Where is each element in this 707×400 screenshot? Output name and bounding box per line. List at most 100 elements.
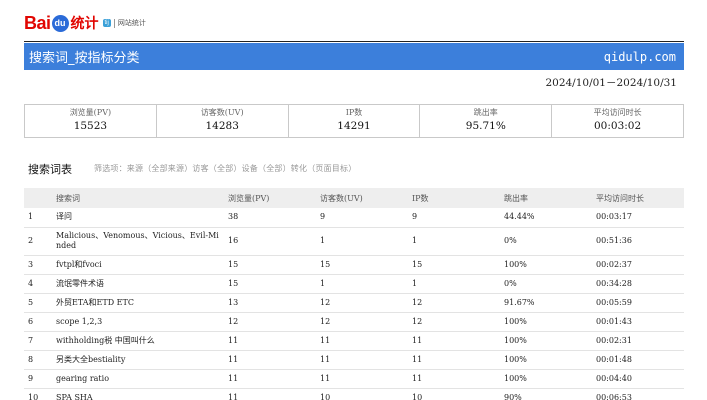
uv-value: 12: [316, 312, 408, 332]
avg-duration-value: 00:34:28: [592, 274, 684, 294]
summary-avg-duration: 平均访问时长 00:03:02: [552, 105, 683, 137]
table-row: 1 译问 38 9 9 44.44% 00:03:17: [24, 208, 684, 228]
avg-duration-value: 00:02:37: [592, 255, 684, 275]
bounce-rate-value: 90%: [500, 388, 592, 400]
summary-label: 浏览量(PV): [69, 108, 112, 117]
bounce-rate-value: 100%: [500, 331, 592, 351]
table-row: 3 fvtpl和fvoci 15 15 15 100% 00:02:37: [24, 255, 684, 275]
bounce-rate-value: 100%: [500, 255, 592, 275]
summary-value: 00:03:02: [594, 120, 642, 132]
column-header-keyword[interactable]: 搜索词: [52, 188, 224, 208]
bounce-rate-value: 0%: [500, 274, 592, 294]
uv-value: 11: [316, 350, 408, 370]
column-header-avg-duration[interactable]: 平均访问时长: [592, 188, 684, 208]
report-title: 搜索词_按指标分类: [29, 51, 140, 66]
column-header-index: [24, 188, 52, 208]
avg-duration-value: 00:05:59: [592, 293, 684, 313]
row-index: 10: [24, 388, 52, 400]
pv-value: 15: [224, 255, 316, 275]
bounce-rate-value: 0%: [500, 227, 592, 256]
baidu-tongji-logo: Bai du 统计 tij 网站统计: [24, 10, 146, 36]
uv-value: 1: [316, 227, 408, 256]
avg-duration-value: 00:51:36: [592, 227, 684, 256]
uv-value: 9: [316, 208, 408, 228]
logo-site-label: 网站统计: [117, 19, 146, 27]
site-domain: qidulp.com: [603, 49, 676, 64]
bounce-rate-value: 100%: [500, 350, 592, 370]
summary-value: 14291: [337, 120, 371, 132]
summary-metrics: 浏览量(PV) 15523 访客数(UV) 14283 IP数 14291 跳出…: [24, 104, 684, 138]
row-index: 7: [24, 331, 52, 351]
pv-value: 16: [224, 227, 316, 256]
logo-tag: tij: [102, 19, 111, 27]
pv-value: 13: [224, 293, 316, 313]
table-row: 7 withholding税 中国叫什么 11 11 11 100% 00:02…: [24, 331, 684, 351]
ip-value: 11: [408, 331, 500, 351]
table-row: 8 另类大全bestiality 11 11 11 100% 00:01:48: [24, 350, 684, 370]
search-terms-table: 搜索词 浏览量(PV) 访客数(UV) IP数 跳出率 平均访问时长 1 译问 …: [24, 188, 684, 400]
bounce-rate-value: 100%: [500, 312, 592, 332]
pv-value: 11: [224, 331, 316, 351]
summary-bounce-rate: 跳出率 95.71%: [420, 105, 553, 137]
pv-value: 11: [224, 369, 316, 389]
avg-duration-value: 00:06:53: [592, 388, 684, 400]
search-term: fvtpl和fvoci: [52, 255, 224, 275]
search-term: SPA SHA: [52, 388, 224, 400]
row-index: 8: [24, 350, 52, 370]
report-title-bar: 搜索词_按指标分类 qidulp.com: [24, 43, 684, 70]
search-term: 流氓零件术语: [52, 274, 224, 294]
summary-value: 15523: [73, 120, 108, 132]
summary-value: 95.71%: [465, 120, 506, 132]
uv-value: 11: [316, 331, 408, 351]
table-row: 4 流氓零件术语 15 1 1 0% 00:34:28: [24, 274, 684, 294]
ip-value: 15: [408, 255, 500, 275]
avg-duration-value: 00:01:43: [592, 312, 684, 332]
logo-divider: [113, 18, 115, 28]
table-row: 9 gearing ratio 11 11 11 100% 00:04:40: [24, 369, 684, 389]
search-term: 外贸ETA和ETD ETC: [52, 293, 224, 313]
avg-duration-value: 00:03:17: [592, 208, 684, 228]
search-term: Malicious、Venomous、Vicious、Evil-Minded: [52, 227, 224, 256]
summary-value: 14283: [205, 120, 239, 132]
avg-duration-value: 00:02:31: [592, 331, 684, 351]
ip-value: 11: [408, 350, 500, 370]
row-index: 9: [24, 369, 52, 389]
column-header-bounce-rate[interactable]: 跳出率: [500, 188, 592, 208]
header-divider: [24, 41, 684, 42]
search-term: scope 1,2,3: [52, 312, 224, 332]
bounce-rate-value: 100%: [500, 369, 592, 389]
pv-value: 38: [224, 208, 316, 228]
row-index: 5: [24, 293, 52, 313]
row-index: 4: [24, 274, 52, 294]
summary-label: 平均访问时长: [593, 108, 642, 117]
uv-value: 12: [316, 293, 408, 313]
search-term: gearing ratio: [52, 369, 224, 389]
table-header-row: 搜索词 浏览量(PV) 访客数(UV) IP数 跳出率 平均访问时长: [24, 188, 684, 208]
pv-value: 15: [224, 274, 316, 294]
ip-value: 1: [408, 227, 500, 256]
row-index: 2: [24, 227, 52, 256]
uv-value: 11: [316, 369, 408, 389]
search-term: 另类大全bestiality: [52, 350, 224, 370]
table-row: 10 SPA SHA 11 10 10 90% 00:06:53: [24, 388, 684, 400]
table-row: 2 Malicious、Venomous、Vicious、Evil-Minded…: [24, 227, 684, 256]
summary-ip: IP数 14291: [289, 105, 421, 137]
uv-value: 1: [316, 274, 408, 294]
avg-duration-value: 00:01:48: [592, 350, 684, 370]
search-term: withholding税 中国叫什么: [52, 331, 224, 351]
bounce-rate-value: 91.67%: [500, 293, 592, 313]
section-title: 搜索词表: [28, 163, 72, 176]
ip-value: 9: [408, 208, 500, 228]
summary-label: 访客数(UV): [200, 108, 244, 117]
logo-tongji-text: 统计: [70, 16, 99, 32]
baidu-paw-icon: du: [51, 14, 69, 32]
ip-value: 12: [408, 293, 500, 313]
row-index: 6: [24, 312, 52, 332]
summary-uv: 访客数(UV) 14283: [157, 105, 289, 137]
column-header-ip[interactable]: IP数: [408, 188, 500, 208]
logo-bai-text: Bai: [24, 12, 51, 33]
filter-description: 筛选项：来源（全部来源）访客（全部）设备（全部）转化（页面目标）: [94, 164, 357, 173]
column-header-pv[interactable]: 浏览量(PV): [224, 188, 316, 208]
column-header-uv[interactable]: 访客数(UV): [316, 188, 408, 208]
pv-value: 11: [224, 388, 316, 400]
